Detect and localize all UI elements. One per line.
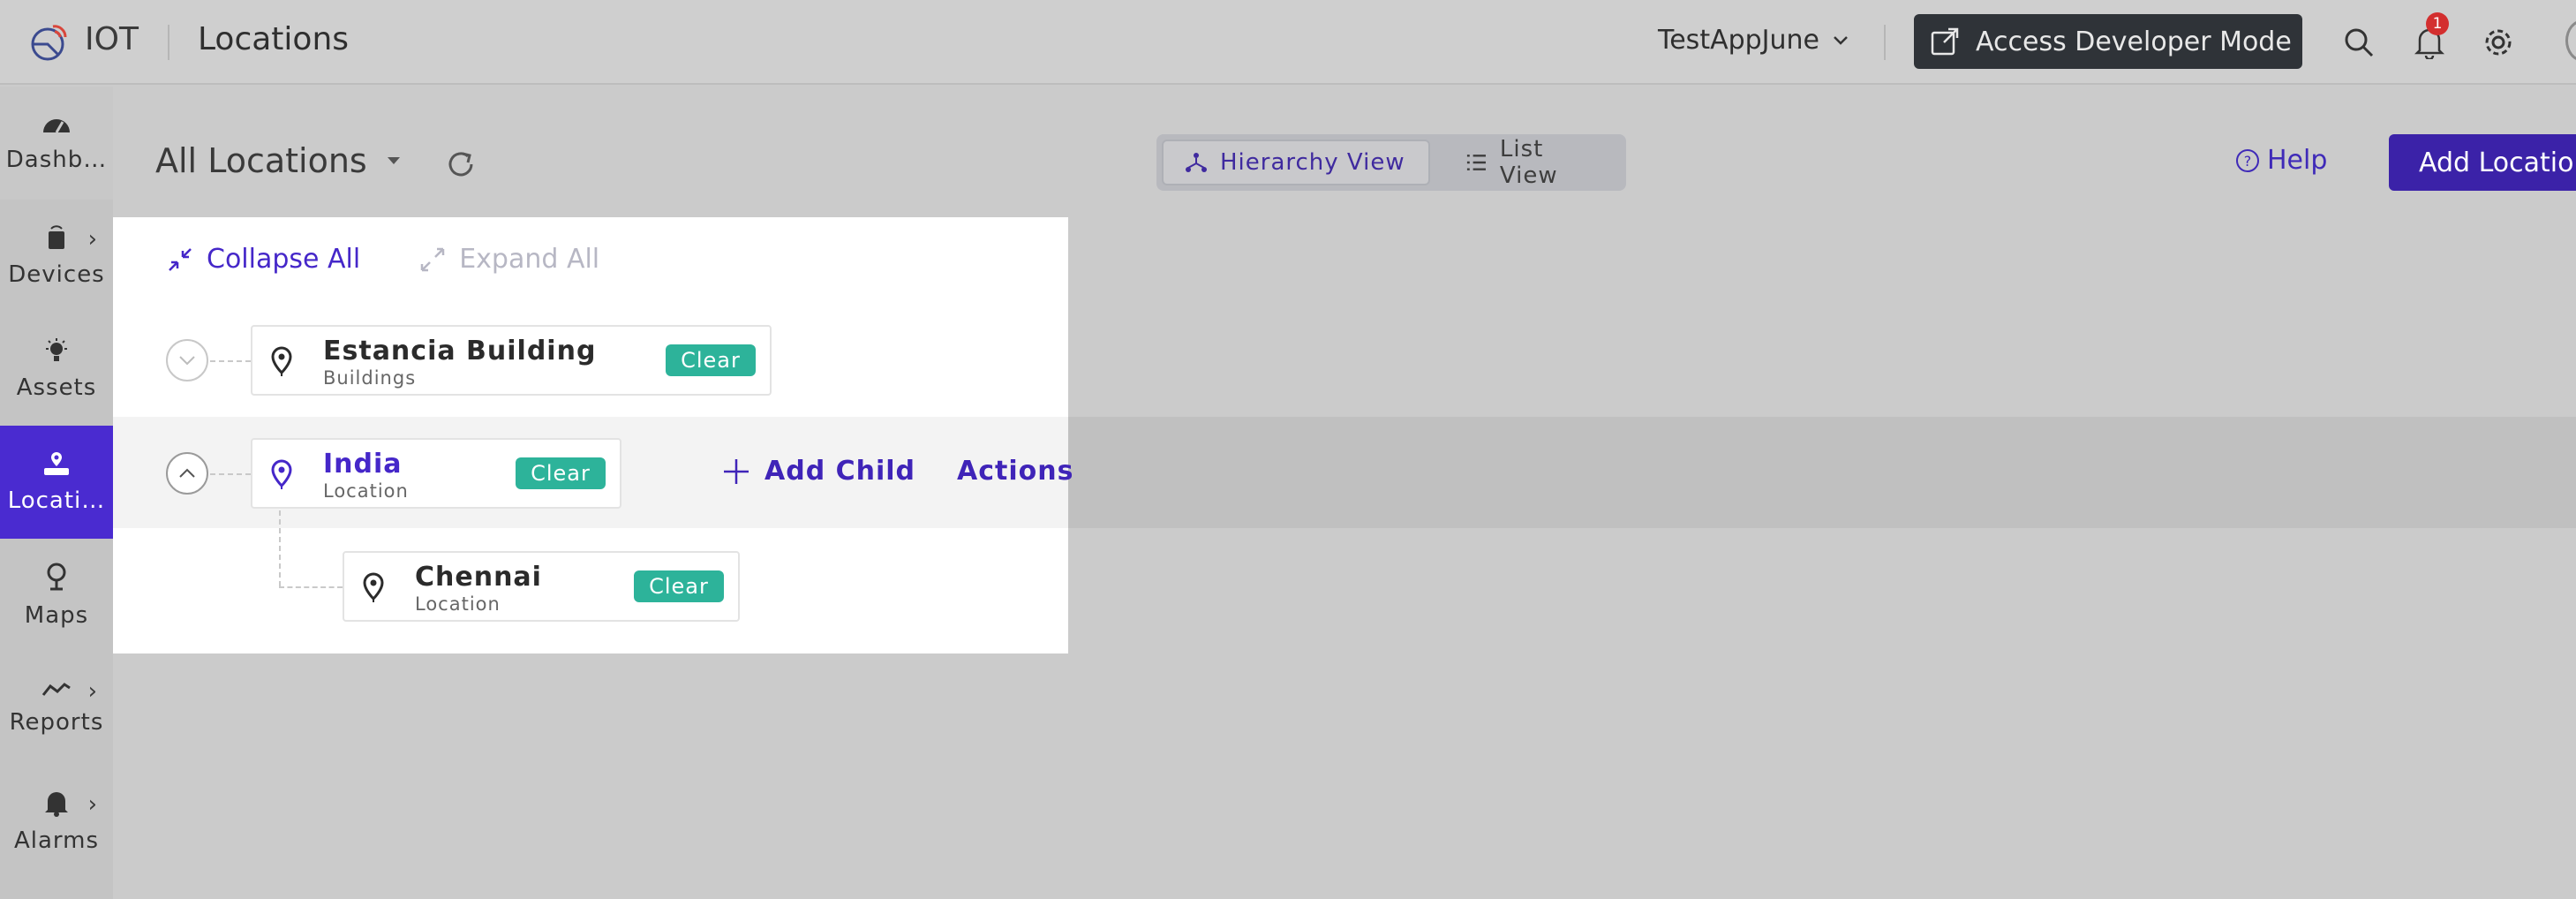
- top-bar: IOT Locations TestAppJune Access Develop…: [0, 0, 2576, 85]
- search-icon[interactable]: [2339, 23, 2378, 62]
- help-label: Help: [2267, 145, 2328, 176]
- location-node-estancia-building[interactable]: Estancia Building Buildings Clear: [251, 325, 772, 396]
- help-icon: ?: [2236, 148, 2259, 172]
- location-type: Buildings: [323, 367, 417, 389]
- refresh-icon[interactable]: [443, 147, 478, 182]
- location-name: Chennai: [415, 562, 542, 593]
- map-pin-icon: [271, 459, 292, 489]
- sidebar-item-devices[interactable]: Devices ›: [0, 200, 113, 313]
- divider: [1884, 25, 1886, 60]
- hierarchy-icon: [1186, 153, 1207, 172]
- location-type: Location: [415, 593, 501, 615]
- status-badge: Clear: [516, 457, 606, 489]
- sidebar-item-label: Assets: [16, 374, 97, 401]
- expand-icon: [420, 247, 445, 271]
- app-selector-label: TestAppJune: [1658, 25, 1820, 56]
- sidebar-item-maps[interactable]: Maps: [0, 539, 113, 652]
- page-title: Locations: [198, 21, 350, 57]
- connector-line: [210, 473, 251, 475]
- location-name: Estancia Building: [323, 336, 597, 366]
- map-pin-icon: [271, 346, 292, 376]
- actions-button[interactable]: Actions: [957, 456, 1073, 487]
- sidebar-item-label: Maps: [24, 602, 89, 629]
- list-view-label: List View: [1499, 136, 1558, 189]
- gear-icon[interactable]: [2479, 23, 2518, 62]
- expand-all-button[interactable]: Expand All: [418, 244, 599, 275]
- connector-line: [279, 510, 281, 586]
- sidebar-item-label: Locati…: [7, 487, 106, 514]
- list-view-button[interactable]: List View: [1444, 136, 1626, 189]
- plus-icon: [724, 458, 749, 484]
- sidebar-item-alarms[interactable]: Alarms ›: [0, 765, 113, 878]
- sidebar-item-label: Reports: [9, 709, 104, 736]
- add-location-button[interactable]: Add Location: [2389, 134, 2576, 191]
- chevron-down-icon: [1834, 35, 1848, 45]
- notification-badge: 1: [2426, 12, 2449, 35]
- chevron-right-icon: ›: [87, 791, 97, 818]
- chevron-right-icon: ›: [87, 678, 97, 705]
- location-type: Location: [323, 480, 409, 502]
- chevron-up-icon: [179, 468, 195, 478]
- tree-toolbar: Collapse All Expand All: [166, 244, 599, 275]
- reports-icon: [41, 683, 71, 696]
- map-pin-icon: [47, 563, 66, 591]
- content-title: All Locations: [155, 141, 367, 180]
- location-icon: [44, 452, 69, 475]
- divider: [168, 25, 169, 60]
- dashboard-icon: [43, 119, 70, 133]
- external-link-icon: [1931, 27, 1959, 56]
- avatar[interactable]: [2565, 19, 2576, 62]
- sidebar-item-dashboard[interactable]: Dashb…: [0, 87, 113, 200]
- view-toggle: Hierarchy View List View: [1156, 134, 1626, 191]
- bell-icon: [45, 792, 68, 817]
- connector-line: [210, 360, 251, 362]
- sidebar-item-assets[interactable]: Assets: [0, 313, 113, 426]
- sidebar-item-locations[interactable]: Locati…: [0, 426, 113, 539]
- iot-logo-icon[interactable]: [26, 21, 72, 64]
- location-node-chennai[interactable]: Chennai Location Clear: [343, 551, 740, 622]
- hierarchy-view-button[interactable]: Hierarchy View: [1162, 140, 1430, 185]
- add-child-button[interactable]: Add Child: [722, 456, 915, 487]
- location-node-india[interactable]: India Location Clear: [251, 438, 621, 509]
- sidebar: Dashb… Devices › Assets Locati… Maps Rep…: [0, 87, 113, 899]
- access-developer-mode-button[interactable]: Access Developer Mode: [1914, 14, 2302, 69]
- sidebar-item-label: Alarms: [13, 827, 100, 854]
- sidebar-item-reports[interactable]: Reports ›: [0, 652, 113, 765]
- caret-down-icon: [387, 157, 400, 164]
- developer-mode-label: Access Developer Mode: [1976, 26, 2292, 57]
- collapse-all-button[interactable]: Collapse All: [166, 244, 360, 275]
- hierarchy-view-label: Hierarchy View: [1220, 149, 1405, 176]
- help-link[interactable]: ? Help: [2235, 145, 2327, 176]
- asset-icon: [46, 338, 67, 361]
- status-badge: Clear: [666, 344, 756, 376]
- connector-line: [279, 586, 343, 588]
- chevron-right-icon: ›: [87, 226, 97, 253]
- expand-toggle[interactable]: [166, 339, 208, 382]
- sidebar-item-label: Dashb…: [5, 147, 108, 173]
- chevron-down-icon: [179, 356, 195, 366]
- expand-all-label: Expand All: [459, 244, 600, 275]
- sidebar-item-label: Devices: [8, 261, 105, 288]
- collapse-all-label: Collapse All: [207, 244, 361, 275]
- all-locations-dropdown[interactable]: All Locations: [155, 141, 403, 180]
- map-pin-icon: [363, 572, 384, 602]
- list-icon: [1466, 155, 1486, 170]
- status-badge: Clear: [634, 570, 724, 602]
- device-icon: [49, 225, 64, 249]
- collapse-toggle[interactable]: [166, 452, 208, 495]
- location-name: India: [323, 449, 403, 480]
- collapse-icon: [169, 247, 192, 271]
- svg-text:?: ?: [2244, 153, 2252, 170]
- add-child-label: Add Child: [765, 456, 916, 487]
- app-selector[interactable]: TestAppJune: [1658, 25, 1849, 56]
- app-name: IOT: [85, 21, 139, 57]
